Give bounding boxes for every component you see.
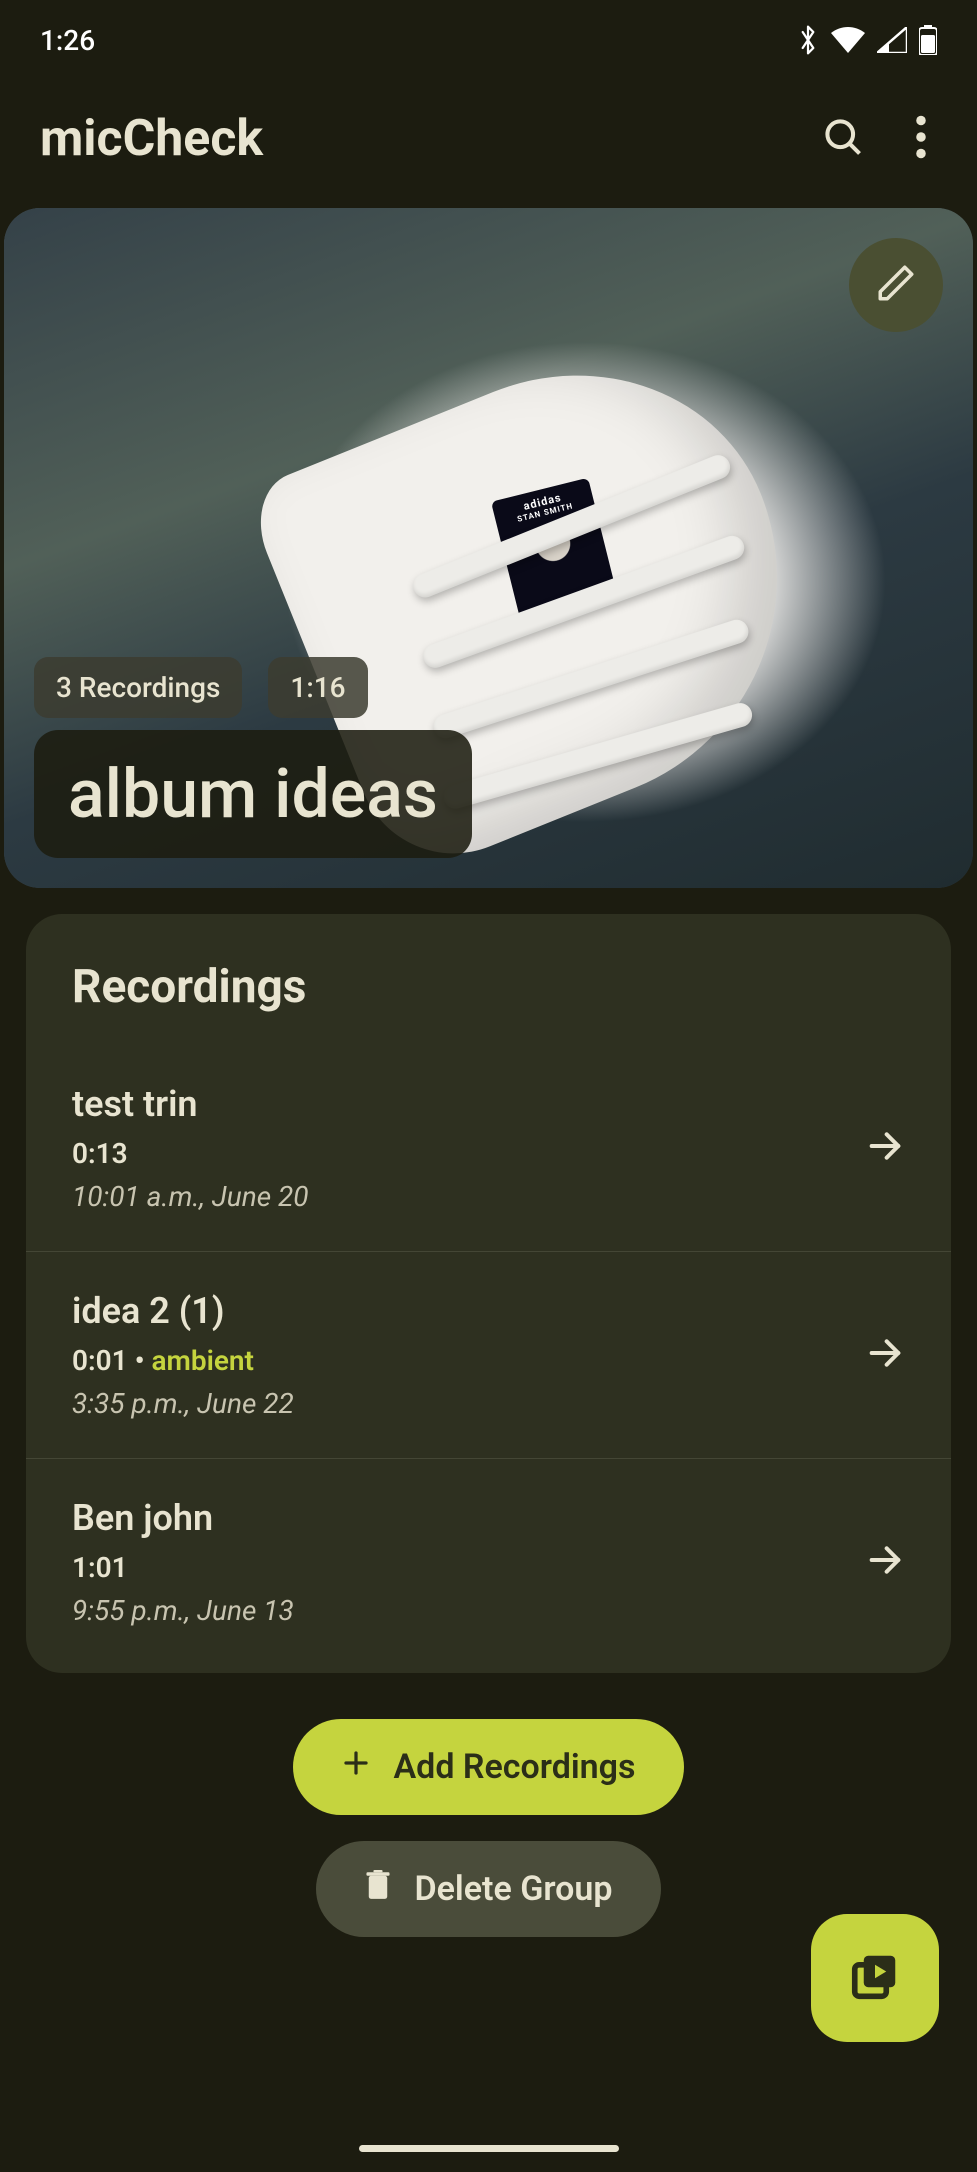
signal-icon (877, 27, 907, 53)
play-all-fab[interactable] (811, 1914, 939, 2042)
group-title: album ideas (34, 730, 472, 858)
collection-play-icon (848, 1949, 902, 2007)
recordings-count-badge: 3 Recordings (34, 657, 242, 718)
add-recordings-label: Add Recordings (393, 1747, 635, 1787)
app-bar: micCheck (0, 80, 977, 208)
recording-timestamp: 10:01 a.m., June 20 (72, 1180, 865, 1213)
status-time: 1:26 (40, 24, 95, 57)
recording-duration: 0:01 • ambient (72, 1344, 865, 1377)
recording-title: Ben john (72, 1497, 865, 1539)
status-bar: 1:26 (0, 0, 977, 80)
app-title: micCheck (40, 110, 821, 168)
recording-timestamp: 3:35 p.m., June 22 (72, 1387, 865, 1420)
arrow-right-icon (865, 1333, 905, 1377)
trash-icon (364, 1869, 392, 1909)
gesture-nav-handle[interactable] (359, 2145, 619, 2152)
delete-group-button[interactable]: Delete Group (316, 1841, 660, 1937)
action-buttons: Add Recordings Delete Group (0, 1719, 977, 1937)
recording-tag: ambient (151, 1344, 254, 1377)
battery-icon (919, 25, 937, 55)
group-hero[interactable]: adidas STAN SMITH 3 Recordings 1:16 albu… (4, 208, 973, 888)
recording-title: idea 2 (1) (72, 1290, 865, 1332)
arrow-right-icon (865, 1540, 905, 1584)
recording-row[interactable]: idea 2 (1) 0:01 • ambient 3:35 p.m., Jun… (26, 1251, 951, 1458)
hero-badges: 3 Recordings 1:16 (34, 657, 368, 718)
recordings-card: Recordings test trin 0:13 10:01 a.m., Ju… (26, 914, 951, 1673)
more-icon[interactable] (915, 115, 927, 163)
recording-title: test trin (72, 1083, 865, 1125)
recording-row[interactable]: test trin 0:13 10:01 a.m., June 20 (26, 1044, 951, 1251)
recording-timestamp: 9:55 p.m., June 13 (72, 1594, 865, 1627)
total-duration-badge: 1:16 (268, 657, 367, 718)
recording-row[interactable]: Ben john 1:01 9:55 p.m., June 13 (26, 1458, 951, 1673)
wifi-icon (831, 27, 865, 53)
plus-icon (341, 1747, 371, 1787)
edit-button[interactable] (849, 238, 943, 332)
recordings-heading: Recordings (26, 960, 951, 1044)
bluetooth-icon (797, 24, 819, 56)
search-icon[interactable] (821, 115, 865, 163)
recording-duration: 0:13 (72, 1137, 865, 1170)
recording-duration: 1:01 (72, 1551, 865, 1584)
delete-group-label: Delete Group (414, 1869, 612, 1909)
add-recordings-button[interactable]: Add Recordings (293, 1719, 683, 1815)
arrow-right-icon (865, 1126, 905, 1170)
pencil-icon (875, 262, 917, 308)
status-icons (797, 24, 937, 56)
